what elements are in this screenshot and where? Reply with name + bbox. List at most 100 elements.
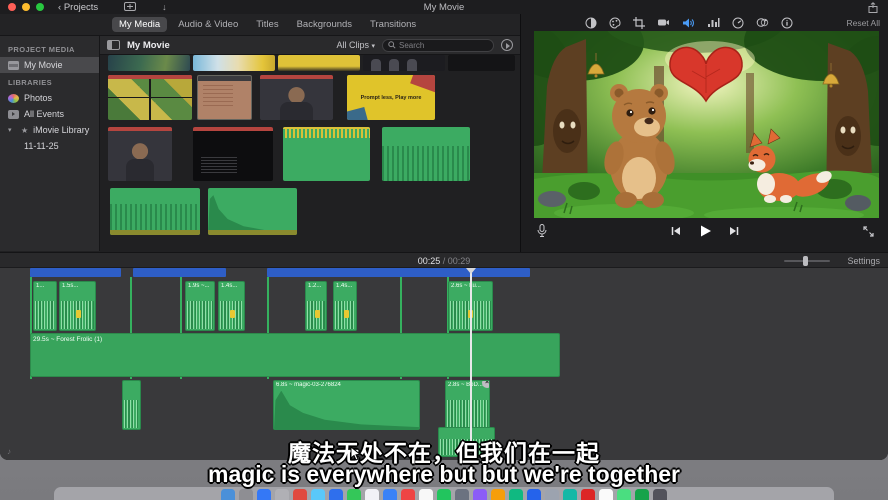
dock-app-icon[interactable] [293,489,307,500]
reset-all-button[interactable]: Reset All [846,18,880,28]
dock-app-icon[interactable] [545,489,559,500]
media-thumbnail-person[interactable] [108,127,172,181]
search-box[interactable] [382,39,494,52]
background-audio-clip[interactable] [122,380,141,430]
dock-app-icon[interactable] [365,489,379,500]
sidebar-item-11-11-25[interactable]: 11-11-25 [0,138,99,154]
dock-app-icon[interactable] [473,489,487,500]
connected-audio-clip[interactable]: 1.4s... [218,281,245,331]
title-track-bar[interactable] [133,268,226,277]
download-icon[interactable]: ↓ [162,2,167,12]
media-thumbnail-yellowstrip[interactable] [278,55,360,71]
dock-app-icon[interactable] [635,489,649,500]
dock-app-icon[interactable] [311,489,325,500]
dock-app-icon[interactable] [437,489,451,500]
dock-app-icon[interactable] [257,489,271,500]
title-track-bar[interactable] [30,268,121,277]
speed-icon[interactable] [732,17,744,29]
dock-app-icon[interactable] [347,489,361,500]
dock-app-icon[interactable] [563,489,577,500]
connected-audio-clip[interactable]: 1.5s... [59,281,96,331]
remove-effect-badge[interactable]: × [482,380,490,388]
zoom-window-button[interactable] [36,3,44,11]
chevron-down-icon[interactable]: ▾ [8,126,16,134]
dock[interactable] [54,487,834,500]
media-thumbnail-people[interactable] [363,55,445,71]
fullscreen-icon[interactable] [863,224,874,242]
media-thumbnail-wave[interactable] [382,127,470,181]
connected-audio-clip[interactable]: 1.9s ~... [185,281,215,331]
dock-app-icon[interactable] [599,489,613,500]
media-thumbnail-dark[interactable] [448,55,515,71]
timeline-zoom-slider[interactable] [784,260,830,262]
zoom-slider-thumb[interactable] [803,256,808,266]
dock-app-icon[interactable] [239,489,253,500]
skip-forward-icon[interactable] [728,224,740,243]
effects-icon[interactable] [756,17,769,28]
tab-audio-video[interactable]: Audio & Video [171,17,245,32]
sidebar-item-my-movie[interactable]: My Movie [0,57,99,73]
window-controls[interactable] [8,3,44,11]
media-thumbnail-promo[interactable]: Prompt less, Play more [347,75,435,120]
connected-audio-clip[interactable]: 1... [33,281,57,331]
dock-app-icon[interactable] [527,489,541,500]
media-thumbnail-wave[interactable] [110,188,200,235]
media-import-icon[interactable] [124,2,136,13]
media-thumbnail-waveyellow[interactable] [283,127,370,181]
sidebar-item-photos[interactable]: Photos [0,90,99,106]
person-silhouette [407,59,417,71]
close-window-button[interactable] [8,3,16,11]
tab-my-media[interactable]: My Media [112,17,167,32]
connected-audio-clip[interactable]: 1.4s... [333,281,357,331]
dock-app-icon[interactable] [653,489,667,500]
volume-icon[interactable] [682,17,695,29]
dock-app-icon[interactable] [419,489,433,500]
dock-app-icon[interactable] [275,489,289,500]
info-icon[interactable] [781,17,793,29]
sidebar-toggle-icon[interactable] [107,40,120,50]
dock-app-icon[interactable] [617,489,631,500]
media-thumbnail-gradient[interactable] [193,55,275,71]
play-icon[interactable] [698,224,712,243]
tab-transitions[interactable]: Transitions [363,17,423,32]
dock-app-icon[interactable] [221,489,235,500]
chevron-left-icon: ‹ [58,2,61,13]
background-audio-clip[interactable]: 2.8s ~ BoD...× [445,380,490,430]
dock-app-icon[interactable] [491,489,505,500]
music-track-clip[interactable]: 29.5s ~ Forest Frolic (1) [30,333,560,377]
noise-reduction-icon[interactable] [707,17,720,28]
dock-app-icon[interactable] [581,489,595,500]
minimize-window-button[interactable] [22,3,30,11]
media-thumbnail-doc[interactable] [197,75,252,120]
media-thumbnail-person[interactable] [260,75,333,120]
timeline-settings-button[interactable]: Settings [847,256,880,266]
tab-backgrounds[interactable]: Backgrounds [290,17,359,32]
sidebar-item-all-events[interactable]: All Events [0,106,99,122]
dock-app-icon[interactable] [383,489,397,500]
crop-icon[interactable] [633,17,645,29]
dock-app-icon[interactable] [509,489,523,500]
media-thumbnail-wavedecay[interactable] [208,188,297,235]
sidebar-item-imovie-library[interactable]: ▾★iMovie Library [0,122,99,138]
background-audio-clip[interactable]: 6.8s ~ magic-03-276824 [273,380,420,430]
color-palette-icon[interactable] [609,17,621,29]
tab-titles[interactable]: Titles [249,17,285,32]
filmstrip-advance-icon[interactable] [501,39,513,51]
media-thumbnail-terminal[interactable] [193,127,273,181]
media-thumbnail-forest[interactable] [108,55,190,71]
stabilization-camera-icon[interactable] [657,17,670,28]
back-to-projects-button[interactable]: ‹ Projects [58,2,98,13]
dock-app-icon[interactable] [401,489,415,500]
preview-pane: Reset All [520,14,888,252]
dock-app-icon[interactable] [329,489,343,500]
dock-app-icon[interactable] [455,489,469,500]
chevron-down-icon: ▾ [371,43,375,50]
media-thumbnail-collage[interactable] [108,75,192,120]
color-balance-icon[interactable] [585,17,597,29]
playhead[interactable] [470,268,472,455]
clip-filter-dropdown[interactable]: All Clips ▾ [336,40,375,50]
skip-back-icon[interactable] [670,224,682,243]
connected-audio-clip[interactable]: 1.2... [305,281,327,331]
title-track-bar[interactable] [267,268,530,277]
search-input[interactable] [399,41,484,50]
